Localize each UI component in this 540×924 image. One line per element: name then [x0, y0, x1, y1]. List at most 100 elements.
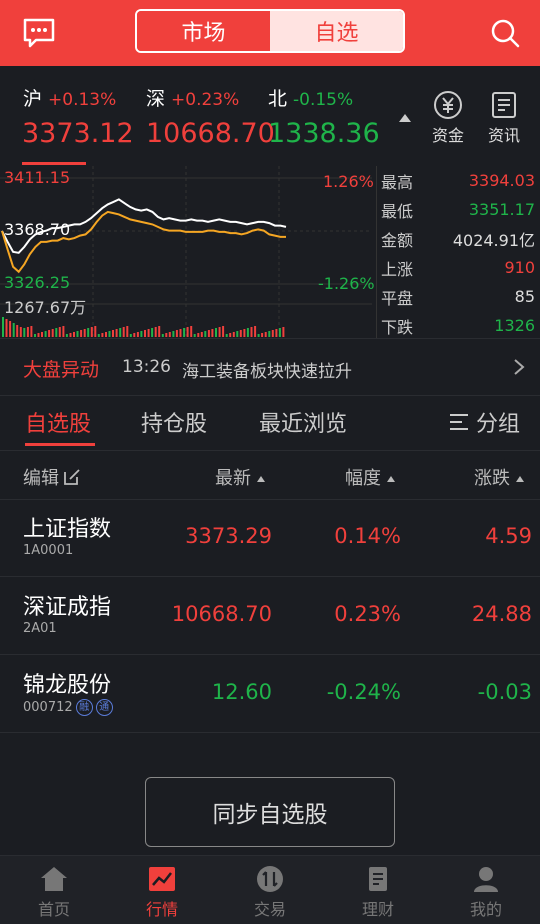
change-header: 涨跌	[474, 468, 510, 489]
volume-bar	[197, 333, 200, 337]
stock-code: 2A01	[23, 621, 57, 636]
volume-bar	[97, 334, 100, 337]
message-icon[interactable]	[22, 16, 56, 50]
volume-bar	[2, 317, 4, 337]
volume-bar	[62, 326, 65, 337]
tab-holdings[interactable]: 持仓股	[141, 406, 207, 438]
chevron-right-icon	[514, 359, 525, 375]
volume-bar	[246, 328, 249, 337]
volume-bar	[133, 333, 136, 337]
chart-pct-down-label: -1.26%	[318, 274, 375, 293]
volume-bar	[172, 331, 175, 337]
caret-up-icon[interactable]	[399, 114, 411, 122]
index-name: 深	[146, 88, 166, 110]
volume-bar	[200, 332, 203, 337]
nav-me[interactable]: 我的	[432, 856, 540, 924]
nav-finance[interactable]: 理财	[324, 856, 432, 924]
stock-latest: 10668.70	[171, 602, 272, 626]
stock-pct: -0.24%	[326, 680, 401, 704]
search-icon[interactable]	[488, 16, 522, 50]
volume-bar	[275, 329, 278, 337]
sync-watchlist-button[interactable]: 同步自选股	[145, 777, 395, 847]
nav-trade[interactable]: 交易	[216, 856, 324, 924]
group-button[interactable]: 分组	[448, 406, 520, 438]
volume-bar	[165, 333, 168, 337]
table-row[interactable]: 深证成指 2A01 10668.70 0.23% 24.88	[0, 577, 540, 655]
nav-me-label: 我的	[469, 900, 502, 919]
table-row[interactable]: 上证指数 1A0001 3373.29 0.14% 4.59	[0, 499, 540, 577]
index-change: -0.15%	[293, 90, 354, 110]
stat-label: 最高	[381, 172, 414, 192]
stock-name: 锦龙股份	[23, 673, 112, 698]
stat-label: 上涨	[381, 259, 414, 279]
volume-bar	[264, 332, 267, 337]
volume-bar	[215, 328, 217, 337]
stat-down-count: 下跌 1326	[381, 311, 535, 340]
volume-bar	[161, 334, 164, 337]
volume-bar	[26, 327, 29, 337]
volume-bar	[87, 328, 90, 337]
stat-value: 3351.17	[468, 200, 535, 219]
stat-value: 910	[504, 258, 535, 277]
volume-bar	[183, 328, 186, 337]
alert-tag: 大盘异动	[23, 359, 100, 381]
finance-icon	[369, 867, 387, 891]
volume-bar	[126, 326, 129, 337]
stock-code: 000712	[23, 700, 73, 715]
volume-bar	[211, 329, 214, 337]
volume-bar	[129, 334, 132, 337]
volume-bar	[225, 334, 228, 337]
news-button[interactable]: 资讯	[479, 90, 529, 146]
tab-active-indicator	[25, 443, 95, 446]
market-alert-banner[interactable]: 大盘异动 13:26 海工装备板块快速拉升	[0, 338, 540, 396]
table-row[interactable]: 锦龙股份 000712 融 通 12.60 -0.24% -0.03	[0, 655, 540, 733]
volume-bar	[90, 327, 93, 337]
alert-time: 13:26	[122, 357, 171, 377]
index-change: +0.13%	[48, 90, 117, 110]
sort-latest[interactable]: 最新	[215, 464, 265, 490]
bottom-nav: 首页 行情 交易 理财 我的	[0, 855, 540, 924]
nav-home[interactable]: 首页	[0, 856, 108, 924]
volume-bar	[229, 333, 232, 337]
tab-watchlist[interactable]: 自选	[270, 11, 403, 51]
index-sh[interactable]: 沪 +0.13%	[23, 84, 116, 111]
user-icon	[474, 867, 498, 892]
edit-label: 编辑	[23, 468, 59, 489]
stat-value: 3394.03	[468, 171, 535, 190]
market-stats: 最高 3394.03 最低 3351.17 金额 4024.91亿 上涨 910 平盘 8…	[376, 166, 540, 338]
top-bar: 市场 自选	[0, 0, 540, 66]
yuan-icon	[434, 91, 462, 119]
index-sz[interactable]: 深 +0.23%	[146, 84, 239, 111]
volume-bar	[254, 326, 257, 337]
tab-market[interactable]: 市场	[137, 11, 270, 51]
index-value: 3373.12	[22, 118, 134, 149]
stat-value: 85	[514, 287, 535, 306]
volume-bar	[69, 333, 72, 337]
tab-recent[interactable]: 最近浏览	[259, 406, 347, 438]
volume-bar	[271, 330, 274, 337]
sort-change[interactable]: 涨跌	[474, 464, 524, 490]
intraday-chart[interactable]: 3411.15 3368.70 3326.25 1.26% -1.26% 126…	[0, 166, 375, 338]
edit-icon	[64, 469, 80, 485]
stock-pct: 0.14%	[334, 524, 401, 548]
stock-latest: 3373.29	[185, 524, 272, 548]
volume-bar	[158, 326, 161, 337]
edit-button[interactable]: 编辑	[23, 464, 81, 490]
news-label: 资讯	[487, 126, 520, 145]
stat-amount: 金额 4024.91亿	[381, 224, 535, 253]
sort-range[interactable]: 幅度	[345, 464, 395, 490]
index-bj[interactable]: 北 -0.15%	[268, 84, 353, 111]
volume-bar	[144, 330, 146, 337]
funds-button[interactable]: 资金	[423, 90, 473, 146]
group-label: 分组	[476, 412, 521, 437]
market-watchlist-toggle: 市场 自选	[135, 9, 405, 53]
volume-bar	[76, 331, 79, 337]
volume-bar	[80, 330, 83, 337]
volume-bar	[222, 326, 225, 337]
stock-change: 24.88	[471, 602, 532, 626]
chart-mid-label: 3368.70	[4, 220, 71, 239]
tab-watch-stocks[interactable]: 自选股	[25, 406, 91, 438]
nav-market[interactable]: 行情	[108, 856, 216, 924]
home-icon	[41, 867, 67, 891]
volume-bar	[261, 333, 264, 337]
